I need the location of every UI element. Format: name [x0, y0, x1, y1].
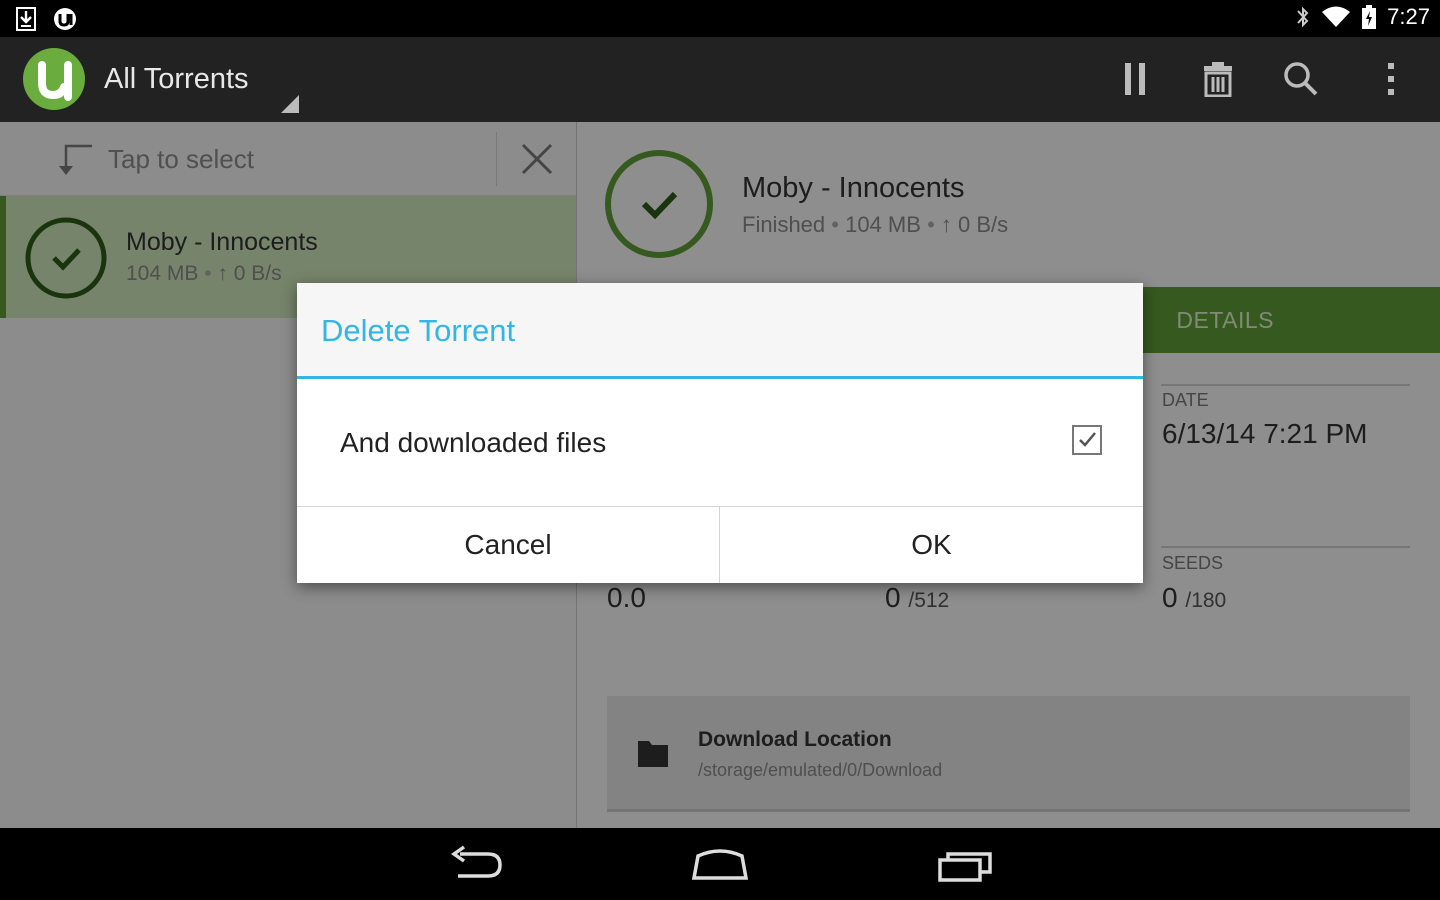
dialog-title: Delete Torrent — [321, 313, 516, 348]
overflow-menu-button[interactable] — [1369, 57, 1413, 101]
battery-charging-icon — [1362, 5, 1377, 29]
delete-button[interactable] — [1196, 57, 1240, 101]
delete-torrent-dialog: Delete Torrent And downloaded files Canc… — [297, 283, 1143, 583]
status-bar: 7:27 — [0, 0, 1440, 37]
search-icon — [1284, 62, 1318, 96]
action-bar: All Torrents — [0, 37, 1440, 122]
recent-apps-icon[interactable] — [932, 844, 996, 884]
dialog-body[interactable]: And downloaded files — [297, 379, 1143, 507]
utorrent-notification-icon — [54, 8, 76, 30]
ok-button[interactable]: OK — [720, 507, 1143, 583]
dropdown-caret-icon[interactable] — [281, 95, 299, 113]
back-icon[interactable] — [444, 844, 508, 884]
overflow-menu-icon — [1388, 63, 1394, 95]
home-icon[interactable] — [688, 844, 752, 884]
download-notification-icon — [16, 7, 36, 31]
cancel-button[interactable]: Cancel — [297, 507, 720, 583]
delete-files-checkbox[interactable] — [1072, 425, 1102, 455]
page-title[interactable]: All Torrents — [104, 63, 249, 96]
dialog-header: Delete Torrent — [297, 283, 1143, 379]
wifi-icon — [1322, 6, 1351, 27]
pause-icon — [1125, 63, 1145, 95]
clock: 7:27 — [1387, 4, 1430, 29]
checkmark-icon — [1079, 432, 1096, 447]
pause-button[interactable] — [1113, 57, 1157, 101]
navigation-bar — [0, 828, 1440, 900]
delete-files-option-label[interactable]: And downloaded files — [340, 427, 606, 459]
delete-icon — [1204, 62, 1232, 97]
utorrent-logo-icon[interactable] — [22, 47, 86, 111]
bluetooth-icon — [1297, 6, 1309, 28]
search-button[interactable] — [1279, 57, 1323, 101]
